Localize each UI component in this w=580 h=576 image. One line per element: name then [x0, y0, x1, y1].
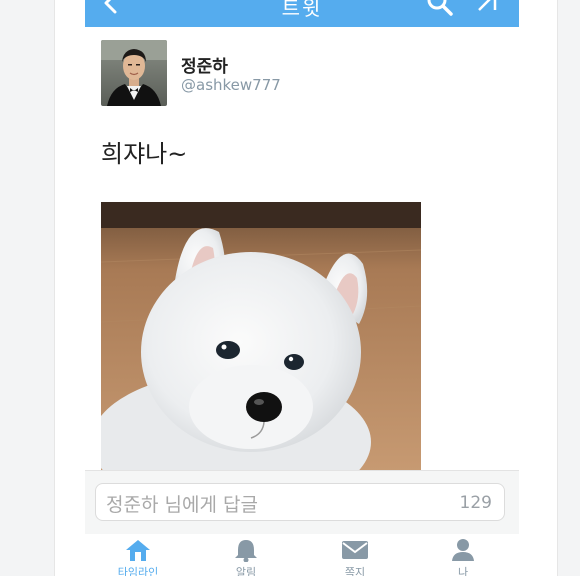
search-icon[interactable]	[425, 0, 455, 18]
reply-placeholder: 정준하 님에게 답글	[106, 494, 258, 516]
reply-bar: 정준하 님에게 답글 129	[85, 470, 519, 536]
tab-messages[interactable]: 쪽지	[325, 538, 385, 576]
reply-input[interactable]: 정준하 님에게 답글 129	[95, 483, 505, 521]
character-count: 129	[459, 493, 492, 513]
tab-notifications-label: 알림	[235, 566, 257, 576]
app-frame: 트윗 정준하 @ashkew777 희쟈나~ 정준하 님에게 답글 129 타임…	[54, 0, 558, 576]
person-icon	[452, 539, 474, 561]
author-name[interactable]: 정준하	[181, 52, 228, 77]
compose-icon[interactable]	[473, 0, 503, 18]
tab-notifications[interactable]: 알림	[216, 538, 276, 576]
envelope-icon	[342, 541, 368, 559]
tab-me[interactable]: 나	[433, 538, 493, 576]
tab-timeline-label: 타임라인	[117, 566, 159, 576]
author-handle[interactable]: @ashkew777	[181, 76, 281, 94]
avatar[interactable]	[101, 40, 167, 106]
top-bar: 트윗	[85, 0, 519, 27]
bottom-tab-bar: 타임라인 알림 쪽지 나	[85, 534, 519, 576]
bell-icon	[235, 540, 257, 562]
tab-timeline[interactable]: 타임라인	[108, 538, 168, 576]
tab-me-label: 나	[457, 566, 469, 576]
home-icon	[126, 540, 150, 561]
tab-messages-label: 쪽지	[344, 566, 366, 576]
tweet-photo[interactable]	[101, 202, 421, 472]
tweet-text: 희쟈나~	[101, 140, 188, 168]
